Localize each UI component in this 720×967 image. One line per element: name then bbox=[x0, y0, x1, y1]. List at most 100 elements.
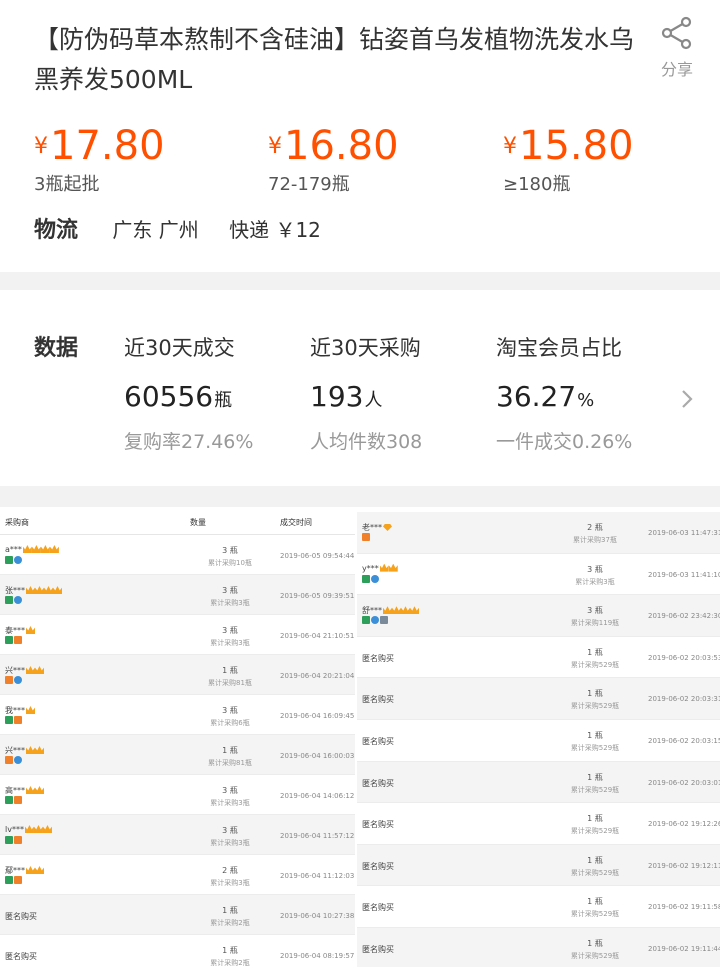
green-badge-icon bbox=[362, 616, 370, 625]
table-row[interactable]: 匿名购买 1 瓶累计采购529瓶 2019-06-02 19:11:58 bbox=[357, 886, 720, 928]
share-icon bbox=[661, 16, 692, 50]
buyer-label: lv*** bbox=[5, 825, 24, 834]
qty-value: 1 瓶 bbox=[587, 814, 603, 824]
purchase-qty: 1 瓶累计采购529瓶 bbox=[555, 647, 635, 670]
table-row[interactable]: 鄢*** 2 瓶累计采购3瓶 2019-06-04 11:12:03 bbox=[0, 855, 355, 895]
logistics-region: 广东 广州 bbox=[112, 218, 199, 242]
logistics-method: 快递 ￥12 bbox=[229, 218, 321, 242]
crown-icon bbox=[26, 626, 35, 634]
credit-badges bbox=[22, 545, 59, 555]
header-buyer: 采购商 bbox=[5, 518, 29, 527]
stat-unit: % bbox=[577, 390, 595, 411]
table-row[interactable]: 匿名购买 1 瓶累计采购2瓶 2019-06-04 10:27:38 bbox=[0, 895, 355, 935]
orange-badge-icon bbox=[14, 796, 22, 804]
stat-sub: 人均件数308 bbox=[310, 431, 423, 453]
table-row[interactable]: 高*** 3 瓶累计采购3瓶 2019-06-04 14:06:12 bbox=[0, 775, 355, 815]
buyer-name: 匿名购买 bbox=[5, 911, 37, 922]
table-row[interactable]: 我*** 3 瓶累计采购6瓶 2019-06-04 16:09:45 bbox=[0, 695, 355, 735]
table-row[interactable]: 兴*** 1 瓶累计采购81瓶 2019-06-04 20:21:04 bbox=[0, 655, 355, 695]
price-tier-1: ¥17.80 3瓶起批 bbox=[34, 122, 165, 196]
purchase-time: 2019-06-04 14:06:12 bbox=[280, 792, 355, 800]
purchase-time: 2019-06-02 19:12:26 bbox=[648, 820, 720, 829]
table-row[interactable]: a*** 3 瓶累计采购10瓶 2019-06-05 09:54:44 bbox=[0, 535, 355, 575]
purchase-records: 采购商 数量 成交时间 a*** 3 瓶累计采购10瓶 2019-06-05 09:… bbox=[0, 507, 720, 967]
qty-accumulated: 累计采购81瓶 bbox=[208, 759, 252, 767]
qty-accumulated: 累计采购119瓶 bbox=[570, 619, 620, 628]
table-row[interactable]: y*** 3 瓶累计采购3瓶 2019-06-03 11:41:10 bbox=[357, 554, 720, 596]
purchase-qty: 2 瓶累计采购3瓶 bbox=[190, 865, 270, 888]
green-badge-icon bbox=[5, 796, 13, 804]
purchase-time: 2019-06-02 20:03:31 bbox=[648, 695, 720, 704]
stat-unit: 瓶 bbox=[214, 390, 233, 411]
purchase-time: 2019-06-04 20:21:04 bbox=[280, 672, 355, 680]
purchase-time: 2019-06-02 20:03:53 bbox=[648, 653, 720, 662]
purchase-time: 2019-06-03 11:47:31 bbox=[648, 529, 720, 537]
qty-value: 3 瓶 bbox=[587, 564, 603, 574]
qty-value: 1 瓶 bbox=[587, 647, 603, 657]
buyer-name: 泰*** bbox=[5, 625, 35, 636]
qty-value: 1 瓶 bbox=[587, 730, 603, 740]
currency-symbol: ¥ bbox=[34, 134, 48, 159]
qty-accumulated: 累计采购6瓶 bbox=[210, 719, 250, 727]
purchase-time: 2019-06-04 11:12:03 bbox=[280, 872, 355, 880]
qty-accumulated: 累计采购10瓶 bbox=[208, 559, 252, 567]
crown-icon bbox=[35, 866, 44, 874]
table-row[interactable]: 匿名购买 1 瓶累计采购529瓶 2019-06-02 20:03:01 bbox=[357, 761, 720, 804]
credit-badges bbox=[26, 666, 44, 676]
purchase-time: 2019-06-04 16:09:45 bbox=[280, 712, 355, 720]
currency-symbol: ¥ bbox=[268, 134, 282, 159]
crown-icon bbox=[35, 666, 44, 674]
buyer-name: 匿名购买 bbox=[362, 861, 394, 872]
purchase-time: 2019-06-02 20:03:01 bbox=[648, 778, 720, 787]
table-row[interactable]: 匿名购买 1 瓶累计采购529瓶 2019-06-02 19:12:26 bbox=[357, 803, 720, 845]
purchase-qty: 1 瓶累计采购529瓶 bbox=[555, 938, 635, 961]
table-row[interactable]: 老*** 2 瓶累计采购37瓶 2019-06-03 11:47:31 bbox=[357, 512, 720, 554]
buyer-name: 匿名购买 bbox=[362, 736, 394, 747]
qty-value: 1 瓶 bbox=[587, 855, 603, 865]
table-row[interactable]: 匿名购买 1 瓶累计采购529瓶 2019-06-02 19:12:11 bbox=[357, 844, 720, 887]
buyer-name: 匿名购买 bbox=[362, 944, 394, 955]
table-row[interactable]: 匿名购买 1 瓶累计采购529瓶 2019-06-02 20:03:15 bbox=[357, 720, 720, 762]
purchase-time: 2019-06-02 23:42:30 bbox=[648, 612, 720, 621]
qty-accumulated: 累计采购2瓶 bbox=[210, 959, 250, 967]
buyer-label: 鄢*** bbox=[5, 866, 25, 875]
qty-accumulated: 累计采购3瓶 bbox=[210, 599, 250, 607]
qty-value: 3 瓶 bbox=[222, 826, 238, 835]
crown-icon bbox=[401, 606, 410, 615]
table-row[interactable]: 匿名购买 1 瓶累计采购529瓶 2019-06-02 20:03:53 bbox=[357, 637, 720, 679]
buyer-name: 匿名购买 bbox=[362, 778, 394, 789]
table-row[interactable]: 匿名购买 1 瓶累计采购529瓶 2019-06-02 19:11:44 bbox=[357, 927, 720, 967]
crown-icon bbox=[35, 786, 44, 794]
purchase-qty: 3 瓶累计采购3瓶 bbox=[190, 785, 270, 808]
chevron-right-icon[interactable] bbox=[676, 388, 698, 410]
crown-icon bbox=[35, 746, 44, 754]
table-row[interactable]: 匿名购买 1 瓶累计采购2瓶 2019-06-04 08:19:57 bbox=[0, 935, 355, 967]
green-badge-icon bbox=[362, 574, 370, 583]
table-row[interactable]: 张*** 3 瓶累计采购3瓶 2019-06-05 09:39:51 bbox=[0, 575, 355, 615]
records-column-right: 老*** 2 瓶累计采购37瓶 2019-06-03 11:47:31 y*** 3 瓶… bbox=[357, 512, 720, 967]
records-column-left: 采购商 数量 成交时间 a*** 3 瓶累计采购10瓶 2019-06-05 09:… bbox=[0, 507, 355, 967]
buyer-icons bbox=[362, 616, 389, 626]
qty-value: 1 瓶 bbox=[587, 938, 603, 948]
price-value: 16.80 bbox=[284, 123, 399, 169]
green-badge-icon bbox=[5, 716, 13, 724]
stat-taobao-member-ratio: 淘宝会员占比 36.27% 一件成交0.26% bbox=[496, 332, 632, 454]
qty-value: 1 瓶 bbox=[222, 666, 238, 675]
table-row[interactable]: lv*** 3 瓶累计采购3瓶 2019-06-04 11:57:12 bbox=[0, 815, 355, 855]
crown-icon bbox=[392, 606, 401, 615]
table-row[interactable]: 匿名购买 1 瓶累计采购529瓶 2019-06-02 20:03:31 bbox=[357, 678, 720, 720]
buyer-label: 高*** bbox=[5, 786, 25, 795]
purchase-qty: 1 瓶累计采购529瓶 bbox=[555, 896, 635, 919]
crown-icon bbox=[40, 545, 50, 553]
purchase-qty: 1 瓶累计采购529瓶 bbox=[555, 730, 635, 753]
table-row[interactable]: 舒*** 3 瓶累计采购119瓶 2019-06-02 23:42:30 bbox=[357, 595, 720, 637]
table-row[interactable]: 泰*** 3 瓶累计采购3瓶 2019-06-04 21:10:51 bbox=[0, 615, 355, 655]
buyer-label: 匿名购买 bbox=[362, 778, 394, 788]
currency-symbol: ¥ bbox=[503, 134, 517, 159]
qty-value: 1 瓶 bbox=[587, 772, 603, 782]
buyer-icons bbox=[5, 676, 23, 686]
share-button[interactable]: 分享 bbox=[652, 16, 702, 80]
table-row[interactable]: 兴*** 1 瓶累计采购81瓶 2019-06-04 16:00:03 bbox=[0, 735, 355, 775]
stats-card[interactable]: 数据 近30天成交 60556瓶 复购率27.46% 近30天采购 193人 人… bbox=[0, 290, 720, 486]
buyer-icons bbox=[5, 636, 23, 646]
